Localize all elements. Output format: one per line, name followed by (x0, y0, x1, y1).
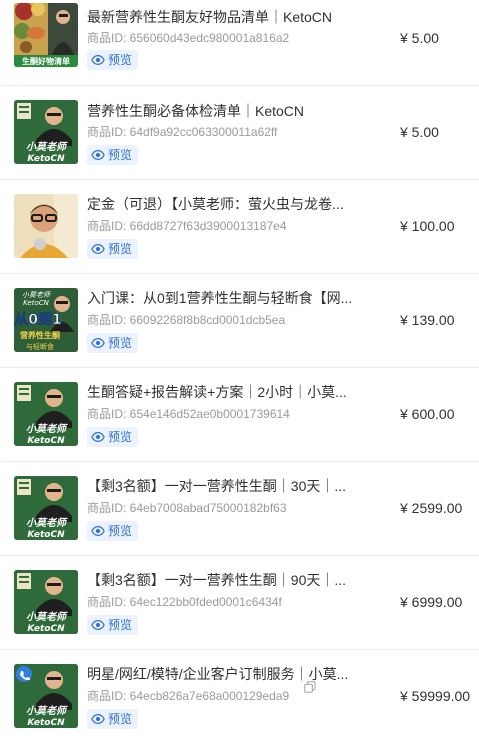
svg-text:生酮好物清单: 生酮好物清单 (22, 56, 70, 66)
product-price: ¥ 6999.00 (400, 594, 463, 610)
product-title[interactable]: 营养性生酮必备体检清单｜KetoCN (87, 102, 363, 120)
product-id: 商品ID: 64eb7008abad75000182bf63 (87, 501, 287, 515)
product-price: ¥ 5.00 (400, 30, 439, 46)
svg-text:KetoCN: KetoCN (27, 718, 65, 728)
product-id: 商品ID: 64ec122bb0fded0001c6434f (87, 595, 282, 609)
svg-text:小莫老师: 小莫老师 (26, 611, 68, 623)
product-thumbnail[interactable]: 小莫老师 KetoCN (14, 664, 78, 728)
svg-text:小莫老师: 小莫老师 (26, 705, 68, 717)
preview-label: 预览 (108, 712, 133, 726)
svg-text:小莫老师: 小莫老师 (22, 291, 52, 299)
product-row[interactable]: 小莫老师 KetoCN 明星/网红/模特/企业客户订制服务｜小莫... 商品ID… (0, 650, 479, 740)
product-thumbnail[interactable]: 小莫老师 KetoCN (14, 382, 78, 446)
preview-label: 预览 (108, 618, 133, 632)
preview-label: 预览 (108, 430, 133, 444)
product-price: ¥ 600.00 (400, 406, 455, 422)
svg-text:小莫老师: 小莫老师 (26, 517, 68, 529)
preview-button[interactable]: 预览 (87, 615, 139, 635)
preview-button[interactable]: 预览 (87, 333, 139, 353)
product-thumbnail[interactable]: 小莫老师 KetoCN (14, 100, 78, 164)
eye-icon (91, 55, 105, 65)
copy-icon[interactable] (304, 681, 316, 693)
product-id: 商品ID: 64ecb826a7e68a000129eda9 (87, 689, 290, 703)
svg-text:KetoCN: KetoCN (27, 530, 65, 540)
eye-icon (91, 620, 105, 630)
product-title[interactable]: 【剩3名额】一对一营养性生酮｜90天｜... (87, 571, 363, 589)
eye-icon (91, 714, 105, 724)
preview-button[interactable]: 预览 (87, 427, 139, 447)
svg-text:从0到1: 从0到1 (14, 312, 61, 328)
product-title[interactable]: 生酮答疑+报告解读+方案｜2小时｜小莫... (87, 383, 363, 401)
product-title[interactable]: 【剩3名额】一对一营养性生酮｜30天｜... (87, 477, 363, 495)
preview-label: 预览 (108, 524, 133, 538)
preview-button[interactable]: 预览 (87, 50, 139, 70)
preview-label: 预览 (108, 336, 133, 350)
product-id: 商品ID: 66092268f8b8cd0001dcb5ea (87, 313, 286, 327)
eye-icon (91, 150, 105, 160)
svg-text:KetoCN: KetoCN (27, 436, 65, 446)
preview-button[interactable]: 预览 (87, 145, 139, 165)
product-thumbnail[interactable]: 小莫老师 KetoCN (14, 570, 78, 634)
eye-icon (91, 244, 105, 254)
product-title[interactable]: 定金（可退）【小莫老师：萤火虫与龙卷... (87, 195, 363, 213)
svg-text:KetoCN: KetoCN (23, 299, 50, 307)
product-price: ¥ 100.00 (400, 218, 455, 234)
eye-icon (91, 338, 105, 348)
preview-label: 预览 (108, 242, 133, 256)
product-thumbnail[interactable] (14, 194, 78, 258)
product-thumbnail[interactable]: 生酮好物清单 (14, 3, 78, 67)
preview-label: 预览 (108, 148, 133, 162)
product-row[interactable]: 小莫老师 KetoCN 【剩3名额】一对一营养性生酮｜90天｜... 商品ID:… (0, 556, 479, 650)
product-price: ¥ 59999.00 (400, 688, 471, 704)
svg-text:营养性生酮: 营养性生酮 (20, 330, 60, 340)
product-row[interactable]: 小莫老师 KetoCN 从0到1 营养性生酮 与轻断食 入门课：从0到1营养性生… (0, 274, 479, 368)
svg-text:KetoCN: KetoCN (27, 624, 65, 634)
preview-button[interactable]: 预览 (87, 521, 139, 541)
product-price: ¥ 5.00 (400, 124, 439, 140)
product-row[interactable]: 小莫老师 KetoCN 营养性生酮必备体检清单｜KetoCN 商品ID: 64d… (0, 86, 479, 180)
svg-text:小莫老师: 小莫老师 (26, 141, 68, 153)
product-row[interactable]: 小莫老师 KetoCN 【剩3名额】一对一营养性生酮｜30天｜... 商品ID:… (0, 462, 479, 556)
product-row[interactable]: 生酮好物清单 最新营养性生酮友好物品清单｜KetoCN 商品ID: 656060… (0, 0, 479, 86)
preview-button[interactable]: 预览 (87, 709, 139, 729)
product-row[interactable]: 小莫老师 KetoCN 生酮答疑+报告解读+方案｜2小时｜小莫... 商品ID:… (0, 368, 479, 462)
product-id: 商品ID: 654e146d52ae0b0001739614 (87, 407, 290, 421)
product-thumbnail[interactable]: 小莫老师 KetoCN 从0到1 营养性生酮 与轻断食 (14, 288, 78, 352)
preview-button[interactable]: 预览 (87, 239, 139, 259)
product-id: 商品ID: 66dd8727f63d3900013187e4 (87, 219, 287, 233)
product-price: ¥ 139.00 (400, 312, 455, 328)
svg-text:小莫老师: 小莫老师 (26, 423, 68, 435)
product-row[interactable]: 定金（可退）【小莫老师：萤火虫与龙卷... 商品ID: 66dd8727f63d… (0, 180, 479, 274)
eye-icon (91, 432, 105, 442)
svg-text:KetoCN: KetoCN (27, 154, 65, 164)
product-title[interactable]: 入门课：从0到1营养性生酮与轻断食【网... (87, 289, 363, 307)
product-id: 商品ID: 64df9a92cc063300011a62ff (87, 125, 278, 139)
product-id: 商品ID: 656060d43edc980001a816a2 (87, 31, 290, 45)
product-list: 生酮好物清单 最新营养性生酮友好物品清单｜KetoCN 商品ID: 656060… (0, 0, 479, 740)
product-price: ¥ 2599.00 (400, 500, 463, 516)
product-title[interactable]: 最新营养性生酮友好物品清单｜KetoCN (87, 8, 363, 26)
eye-icon (91, 526, 105, 536)
product-title[interactable]: 明星/网红/模特/企业客户订制服务｜小莫... (87, 665, 363, 683)
product-thumbnail[interactable]: 小莫老师 KetoCN (14, 476, 78, 540)
svg-text:与轻断食: 与轻断食 (26, 342, 54, 351)
preview-label: 预览 (108, 53, 133, 67)
